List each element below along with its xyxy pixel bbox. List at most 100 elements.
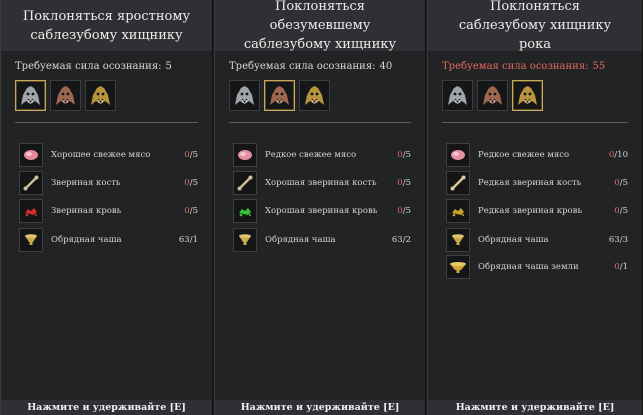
chalice-icon[interactable] <box>233 228 257 252</box>
divider <box>15 122 198 123</box>
material-count: 0/1 <box>614 262 628 272</box>
required-awareness-label: Требуемая сила осознания: <box>15 61 162 72</box>
material-count: 0/5 <box>184 178 198 188</box>
material-name: Звериная кровь <box>51 206 122 216</box>
material-have: 63 <box>608 235 620 245</box>
material-row: Звериная кровь 0/5 <box>1 199 212 223</box>
material-count: 0/5 <box>397 178 411 188</box>
material-need: 5 <box>622 178 628 188</box>
required-awareness-value: 40 <box>379 61 393 72</box>
blood-icon[interactable] <box>233 199 257 223</box>
material-row: Обрядная чаша 63/1 <box>1 228 212 252</box>
chalice-icon[interactable] <box>19 228 43 252</box>
silver-beast-icon[interactable] <box>229 80 260 111</box>
earth-chalice-icon[interactable] <box>446 255 470 279</box>
material-need: 3 <box>622 235 628 245</box>
material-row: Редкая звериная кость 0/5 <box>428 171 642 195</box>
material-row: Звериная кость 0/5 <box>1 171 212 195</box>
required-awareness: Требуемая сила осознания: 40 <box>229 61 392 72</box>
material-have: 63 <box>391 235 403 245</box>
worship-panel-2[interactable]: Поклоняться обезумевшему саблезубому хищ… <box>214 0 426 415</box>
material-name: Хорошая звериная кость <box>265 178 377 188</box>
hold-e-button[interactable]: Нажмите и удерживайте [E] <box>1 400 212 415</box>
material-name: Обрядная чаша земли <box>478 262 579 272</box>
material-need: 5 <box>405 206 411 216</box>
material-row: Редкое свежее мясо 0/10 <box>428 143 642 167</box>
material-row: Обрядная чаша 63/3 <box>428 228 642 252</box>
material-need: 5 <box>622 206 628 216</box>
required-awareness-label: Требуемая сила осознания: <box>229 61 376 72</box>
material-need: 5 <box>405 178 411 188</box>
silver-beast-icon[interactable] <box>442 80 473 111</box>
material-count: 0/5 <box>614 206 628 216</box>
material-row: Хорошая звериная кость 0/5 <box>215 171 425 195</box>
material-name: Редкое свежее мясо <box>265 150 357 160</box>
material-need: 5 <box>192 150 198 160</box>
hold-e-button[interactable]: Нажмите и удерживайте [E] <box>215 400 425 415</box>
silver-beast-icon[interactable] <box>15 80 46 111</box>
panel-title: Поклоняться яростному саблезубому хищник… <box>1 0 212 51</box>
material-need: 5 <box>405 150 411 160</box>
material-count: 0/5 <box>184 150 198 160</box>
material-name: Редкая звериная кровь <box>478 206 583 216</box>
material-name: Редкое свежее мясо <box>478 150 570 160</box>
material-count: 63/1 <box>179 235 198 245</box>
material-name: Хорошее свежее мясо <box>51 150 151 160</box>
worship-panel-1[interactable]: Поклоняться яростному саблезубому хищник… <box>0 0 213 415</box>
material-row: Хорошая звериная кровь 0/5 <box>215 199 425 223</box>
chalice-icon[interactable] <box>446 228 470 252</box>
material-name: Обрядная чаша <box>478 235 549 245</box>
panel-title: Поклоняться обезумевшему саблезубому хищ… <box>215 0 425 52</box>
bone-icon[interactable] <box>233 171 257 195</box>
bronze-beast-icon[interactable] <box>264 80 295 111</box>
material-row: Редкое свежее мясо 0/5 <box>215 143 425 167</box>
material-need: 5 <box>192 178 198 188</box>
material-name: Звериная кость <box>51 178 121 188</box>
bronze-beast-icon[interactable] <box>50 80 81 111</box>
gold-beast-icon[interactable] <box>299 80 330 111</box>
required-awareness: Требуемая сила осознания: 55 <box>442 61 605 72</box>
hold-e-button[interactable]: Нажмите и удерживайте [E] <box>428 400 642 415</box>
material-count: 0/5 <box>184 206 198 216</box>
worship-panel-3[interactable]: Поклоняться саблезубому хищнику рока Треб… <box>427 0 643 415</box>
gold-beast-icon[interactable] <box>85 80 116 111</box>
material-have: 63 <box>178 235 190 245</box>
bone-icon[interactable] <box>19 171 43 195</box>
material-name: Обрядная чаша <box>265 235 336 245</box>
panel-title: Поклоняться саблезубому хищнику рока <box>428 0 642 52</box>
divider <box>229 122 411 123</box>
material-name: Обрядная чаша <box>51 235 122 245</box>
material-need: 10 <box>617 150 628 160</box>
meat-icon[interactable] <box>233 143 257 167</box>
material-count: 0/5 <box>397 206 411 216</box>
beast-selector <box>229 80 330 111</box>
required-awareness-value: 5 <box>165 61 172 72</box>
meat-icon[interactable] <box>446 143 470 167</box>
material-row: Хорошее свежее мясо 0/5 <box>1 143 212 167</box>
material-need: 1 <box>192 235 198 245</box>
bronze-beast-icon[interactable] <box>477 80 508 111</box>
material-name: Хорошая звериная кровь <box>265 206 378 216</box>
material-row: Редкая звериная кровь 0/5 <box>428 199 642 223</box>
bone-icon[interactable] <box>446 171 470 195</box>
material-name: Редкая звериная кость <box>478 178 582 188</box>
beast-selector <box>15 80 116 111</box>
material-row: Обрядная чаша 63/2 <box>215 228 425 252</box>
material-count: 0/5 <box>614 178 628 188</box>
meat-icon[interactable] <box>19 143 43 167</box>
required-awareness-label: Требуемая сила осознания: <box>442 61 589 72</box>
material-need: 1 <box>622 262 628 272</box>
material-count: 0/5 <box>397 150 411 160</box>
material-count: 63/2 <box>392 235 411 245</box>
material-count: 0/10 <box>609 150 628 160</box>
beast-selector <box>442 80 543 111</box>
material-need: 5 <box>192 206 198 216</box>
blood-icon[interactable] <box>446 199 470 223</box>
gold-beast-icon[interactable] <box>512 80 543 111</box>
material-row: Обрядная чаша земли 0/1 <box>428 255 642 279</box>
required-awareness-value: 55 <box>592 61 606 72</box>
blood-icon[interactable] <box>19 199 43 223</box>
material-count: 63/3 <box>609 235 628 245</box>
material-need: 2 <box>405 235 411 245</box>
divider <box>442 122 628 123</box>
